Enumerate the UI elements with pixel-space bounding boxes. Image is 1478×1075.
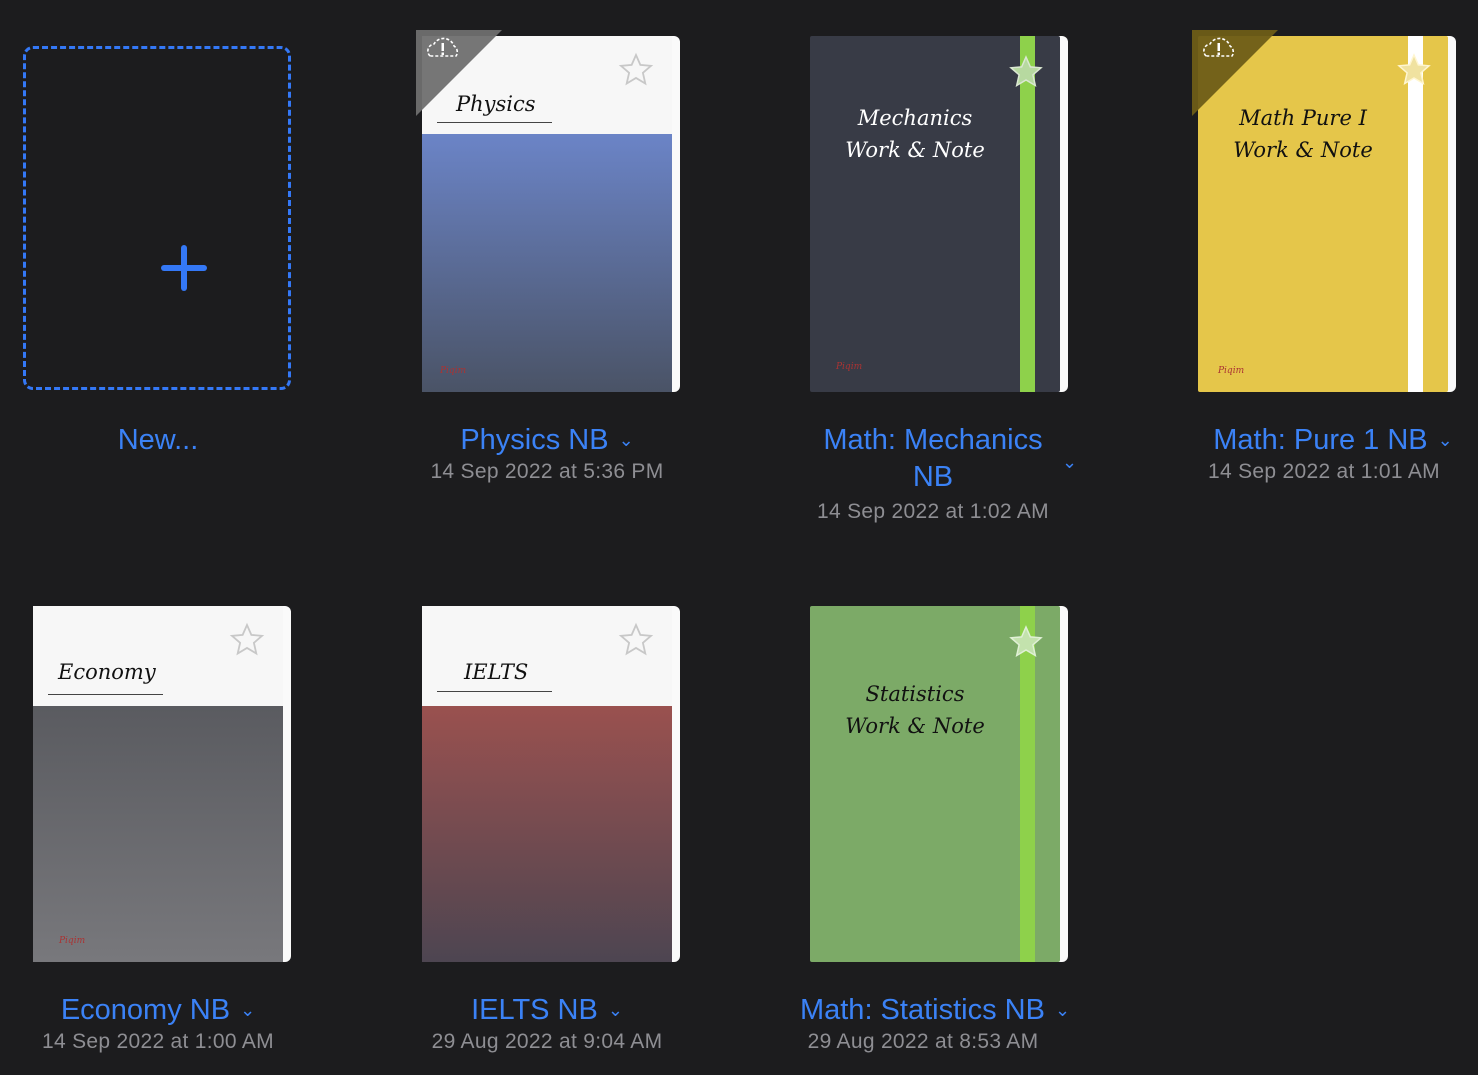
star-icon[interactable] [229,622,265,658]
chevron-down-icon[interactable]: ⌄ [1055,1000,1070,1020]
label-line [48,694,163,695]
notebook-title[interactable]: Physics NB ⌄ [397,424,697,457]
brand-logo: Piqim [440,366,467,376]
notebook-title[interactable]: Math: Mechanics NB [783,424,1083,494]
star-icon[interactable] [1008,624,1044,660]
label-line [437,691,552,692]
cloud-alert-icon[interactable] [1192,30,1286,124]
chevron-down-icon[interactable]: ⌄ [1062,446,1077,479]
notebook-title-line2: NB [912,461,954,493]
cover-title-line2: Work & Note [845,138,985,162]
notebook-cover-mechanics[interactable]: Mechanics Work & Note Piqim [810,36,1068,392]
star-icon[interactable] [618,52,654,88]
notebook-title[interactable]: IELTS NB ⌄ [397,994,697,1027]
plus-icon [161,245,207,291]
star-icon[interactable] [1008,54,1044,90]
cover-title-line2: Work & Note [1233,138,1373,162]
chevron-down-icon[interactable]: ⌄ [608,1000,623,1020]
cover-title: IELTS [464,660,529,684]
star-icon[interactable] [618,622,654,658]
notebook-date: 14 Sep 2022 at 1:00 AM [42,1030,274,1053]
cover-title-line1: Mechanics [857,106,973,130]
cloud-alert-icon[interactable] [416,30,510,124]
notebook-title-text: Physics NB [460,424,609,456]
chevron-down-icon[interactable]: ⌄ [619,430,634,450]
notebook-date: 14 Sep 2022 at 5:36 PM [430,460,664,483]
cover-title-line2: Work & Note [845,714,985,738]
notebook-cover-ielts[interactable]: IELTS [422,606,680,962]
notebook-title[interactable]: Math: Statistics NB ⌄ [770,994,1100,1027]
chevron-down-icon[interactable]: ⌄ [1438,430,1453,450]
notebook-title-text: IELTS NB [471,994,598,1026]
notebook-title-text: Math: Statistics NB [799,994,1045,1026]
cover: Economy Piqim [33,606,283,962]
notebook-title[interactable]: Economy NB ⌄ [8,994,308,1027]
notebook-title-text: Math: Pure 1 NB [1213,424,1428,456]
brand-logo: Piqim [836,362,863,372]
notebook-cover-pure1[interactable]: Math Pure I Work & Note Piqim [1192,30,1456,392]
notebook-date: 29 Aug 2022 at 8:53 AM [807,1030,1039,1053]
notebook-cover-statistics[interactable]: Statistics Work & Note [810,606,1068,962]
notebook-title[interactable]: Math: Pure 1 NB ⌄ [1190,424,1476,457]
notebook-title-text: Economy NB [60,994,231,1026]
cover-gradient [33,706,283,962]
cover: IELTS [422,606,672,962]
elastic-band [1408,36,1423,392]
notebook-title-line1: Math: Mechanics [823,424,1043,456]
new-notebook-dashed-box[interactable] [23,46,291,390]
star-icon[interactable] [1396,52,1432,88]
notebook-cover-economy[interactable]: Economy Piqim [33,606,291,962]
new-notebook-label[interactable]: New... [58,424,258,457]
cover-gradient [422,706,672,962]
brand-logo: Piqim [59,936,86,946]
notebook-date: 29 Aug 2022 at 9:04 AM [431,1030,663,1053]
cover-title-line1: Statistics [865,682,965,706]
chevron-down-icon[interactable]: ⌄ [240,1000,255,1020]
notebook-date: 14 Sep 2022 at 1:01 AM [1208,460,1440,483]
notebook-cover-physics[interactable]: Physics Piqim [416,30,680,392]
cover-title: Economy [58,660,156,684]
cover-gradient [422,134,672,392]
notebook-date: 14 Sep 2022 at 1:02 AM [817,500,1049,523]
brand-logo: Piqim [1218,366,1245,376]
